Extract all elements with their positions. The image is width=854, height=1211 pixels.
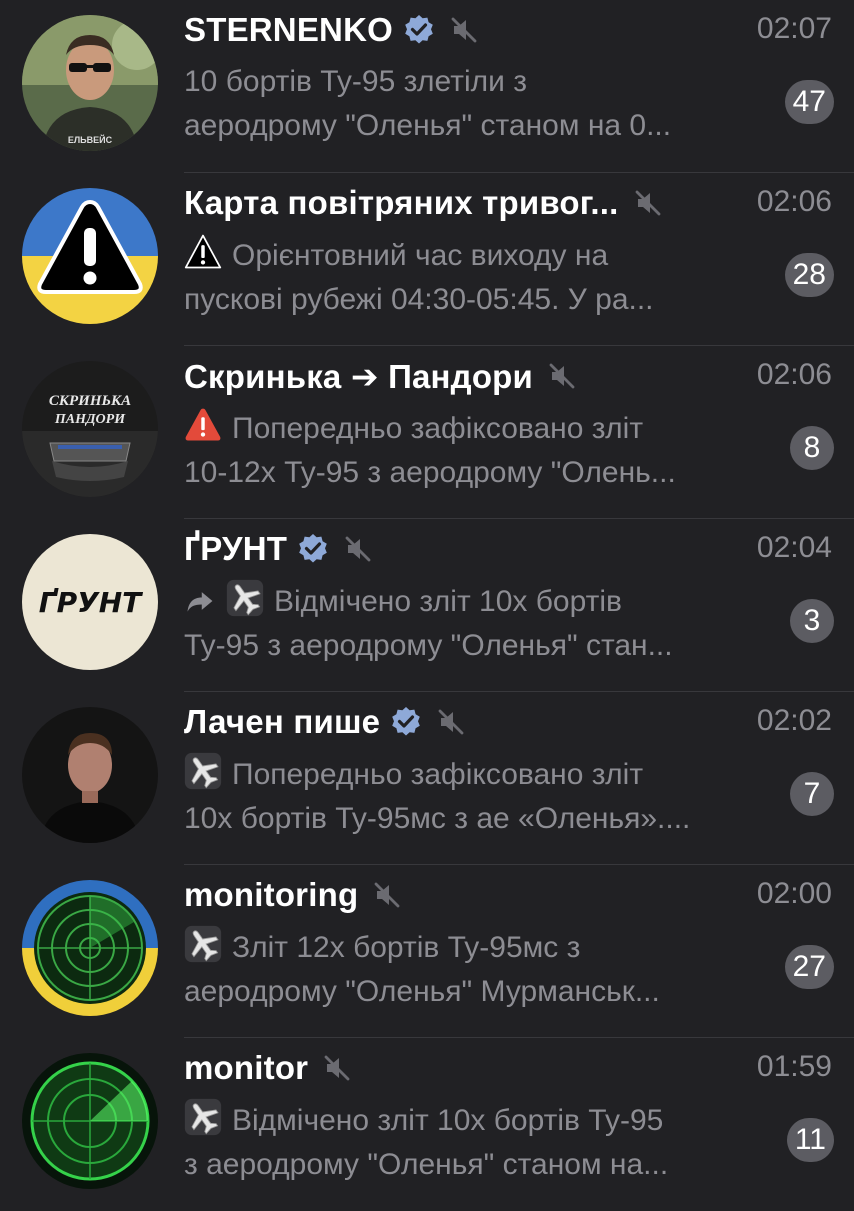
chat-row-air-alert-map[interactable]: Карта повітряних тривог... 02:06 Орієнто… xyxy=(0,173,854,346)
preview-line-1: Відмічено зліт 10х бортів Ту-95 xyxy=(232,1104,664,1137)
chat-row-monitoring[interactable]: monitoring 02:00 Зліт 12х бортів Ту-95мс… xyxy=(0,865,854,1038)
preview-line-2: з аеродрому "Оленья" станом на... xyxy=(184,1148,669,1181)
muted-speaker-icon xyxy=(547,361,577,391)
preview-line-1: Відмічено зліт 10х бортів xyxy=(274,585,622,618)
chat-row-lachen[interactable]: Лачен пише 02:02 Попередньо зафіксовано … xyxy=(0,692,854,865)
chat-preview: Попередньо зафіксовано зліт 10-12х Ту-95… xyxy=(184,406,769,495)
unread-badge: 7 xyxy=(790,772,834,816)
preview-line-2: аеродрому "Оленья" станом на 0... xyxy=(184,109,672,142)
preview-line-2: аеродрому "Оленья" Мурманськ... xyxy=(184,975,660,1008)
chat-content: ҐРУНТ 02:04 Відмічено зліт 10х бортів Ту… xyxy=(184,519,854,692)
chat-preview: Відмічено зліт 10х бортів Ту-95 з аеродр… xyxy=(184,1098,769,1187)
unread-badge: 11 xyxy=(786,1118,834,1162)
preview-line-1: Попередньо зафіксовано зліт xyxy=(232,412,644,445)
chat-content: Лачен пише 02:02 Попередньо зафіксовано … xyxy=(184,692,854,865)
chat-preview: 10 бортів Ту-95 злетіли з аеродрому "Оле… xyxy=(184,60,769,148)
avatar: ҐРУНТ xyxy=(22,534,158,670)
preview-line-2: 10х бортів Ту-95мс з ае «Оленья».... xyxy=(184,802,691,835)
chat-content: Карта повітряних тривог... 02:06 Орієнто… xyxy=(184,173,854,346)
verified-icon xyxy=(297,533,329,565)
muted-speaker-icon xyxy=(322,1053,352,1083)
chat-row-grunt[interactable]: ҐРУНТ ҐРУНТ 02:04 Відмічено зліт 10х бор… xyxy=(0,519,854,692)
chat-list: ЕЛЬВЕЙС STERNENKO 02:07 10 бортів Ту-95 … xyxy=(0,0,854,1211)
unread-badge: 3 xyxy=(790,599,834,643)
chat-title: Скринька ➔ Пандори xyxy=(184,357,534,395)
unread-badge: 27 xyxy=(784,945,834,989)
chat-content: STERNENKO 02:07 10 бортів Ту-95 злетіли … xyxy=(184,0,854,173)
chat-row-pandora-box[interactable]: СКРИНЬКА ПАНДОРИ Скринька ➔ Пандори 02:0… xyxy=(0,346,854,519)
verified-icon xyxy=(390,706,422,738)
muted-speaker-icon xyxy=(449,15,479,45)
airplane-icon xyxy=(184,925,222,963)
avatar xyxy=(22,188,158,324)
avatar-logo-text: ҐРУНТ xyxy=(39,586,143,619)
chat-title: monitoring xyxy=(184,876,359,913)
red-warning-icon xyxy=(184,406,222,444)
preview-line-2: 10-12х Ту-95 з аеродрому "Олень... xyxy=(184,456,676,489)
chat-preview: Попередньо зафіксовано зліт 10х бортів Т… xyxy=(184,752,769,841)
chat-row-monitor[interactable]: monitor 01:59 Відмічено зліт 10х бортів … xyxy=(0,1038,854,1211)
chat-content: Скринька ➔ Пандори 02:06 Попередньо зафі… xyxy=(184,346,854,519)
preview-line-1: 10 бортів Ту-95 злетіли з xyxy=(184,65,527,98)
muted-speaker-icon xyxy=(372,880,402,910)
avatar-text-line2: ПАНДОРИ xyxy=(54,412,126,427)
chat-title: Карта повітряних тривог... xyxy=(184,184,619,221)
chat-preview: Відмічено зліт 10х бортів Ту-95 з аеродр… xyxy=(184,579,769,668)
avatar-text-line1: СКРИНЬКА xyxy=(49,393,131,409)
airplane-icon xyxy=(184,1098,222,1136)
chat-title: ҐРУНТ xyxy=(184,530,288,567)
warning-sign-icon xyxy=(184,233,222,271)
chat-time: 02:00 xyxy=(756,877,832,910)
muted-speaker-icon xyxy=(436,707,466,737)
avatar xyxy=(22,707,158,843)
chat-time: 02:06 xyxy=(756,185,832,218)
chat-content: monitoring 02:00 Зліт 12х бортів Ту-95мс… xyxy=(184,865,854,1038)
chat-preview: Орієнтовний час виходу на пускові рубежі… xyxy=(184,233,769,322)
chat-time: 02:07 xyxy=(756,12,832,45)
unread-badge: 28 xyxy=(784,253,834,297)
avatar xyxy=(22,1053,158,1189)
preview-line-2: пускові рубежі 04:30-05:45. У ра... xyxy=(184,283,654,316)
chat-time: 02:06 xyxy=(756,358,832,391)
chat-time: 02:02 xyxy=(756,704,832,737)
chat-title: STERNENKO xyxy=(184,11,393,48)
chat-title: monitor xyxy=(184,1049,309,1086)
chat-row-sternenko[interactable]: ЕЛЬВЕЙС STERNENKO 02:07 10 бортів Ту-95 … xyxy=(0,0,854,173)
avatar: СКРИНЬКА ПАНДОРИ xyxy=(22,361,158,497)
chat-content: monitor 01:59 Відмічено зліт 10х бортів … xyxy=(184,1038,854,1211)
unread-badge: 47 xyxy=(784,80,834,124)
chat-title: Лачен пише xyxy=(184,703,381,740)
avatar-shirt-text: ЕЛЬВЕЙС xyxy=(68,134,113,145)
chat-time: 01:59 xyxy=(756,1050,832,1083)
airplane-icon xyxy=(226,579,264,617)
avatar xyxy=(22,880,158,1016)
muted-speaker-icon xyxy=(633,188,663,218)
verified-icon xyxy=(403,14,435,46)
preview-line-1: Попередньо зафіксовано зліт xyxy=(232,758,644,791)
unread-badge: 8 xyxy=(790,426,834,470)
forward-arrow-icon xyxy=(184,585,216,617)
preview-line-1: Зліт 12х бортів Ту-95мс з xyxy=(232,931,581,964)
airplane-icon xyxy=(184,752,222,790)
avatar: ЕЛЬВЕЙС xyxy=(22,15,158,151)
muted-speaker-icon xyxy=(343,534,373,564)
preview-line-2: Ту-95 з аеродрому "Оленья" стан... xyxy=(184,629,673,662)
chat-preview: Зліт 12х бортів Ту-95мс з аеродрому "Оле… xyxy=(184,925,769,1014)
chat-time: 02:04 xyxy=(756,531,832,564)
preview-line-1: Орієнтовний час виходу на xyxy=(232,239,609,272)
